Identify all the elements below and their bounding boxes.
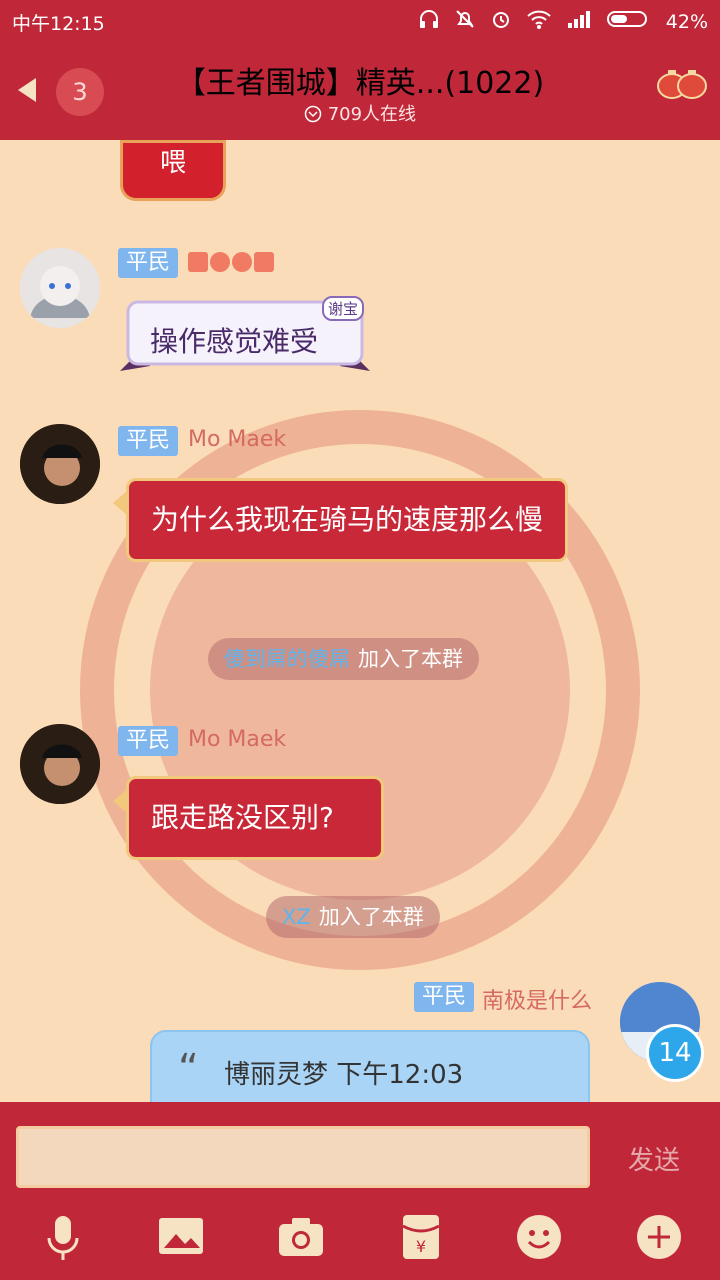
- nickname[interactable]: 南极是什么: [482, 983, 592, 1015]
- top-sticker: 喂: [120, 140, 226, 201]
- chevron-down-icon: [304, 104, 328, 125]
- group-menu-button[interactable]: [654, 62, 710, 108]
- joined-user[interactable]: 傻到屌的傻屌: [224, 647, 350, 671]
- mic-icon: [47, 1216, 79, 1260]
- avatar[interactable]: [20, 724, 100, 804]
- battery-icon: [606, 8, 652, 35]
- red-packet-icon: ¥: [402, 1215, 440, 1259]
- red-packet-button[interactable]: ¥: [396, 1212, 446, 1262]
- chat-bubble[interactable]: 跟走路没区别?: [113, 776, 384, 860]
- headphones-icon: [418, 8, 440, 35]
- voice-button[interactable]: [38, 1212, 88, 1262]
- level-badges: [188, 252, 274, 272]
- sticker-text: 操作感觉难受: [150, 325, 319, 358]
- new-message-count[interactable]: 14: [646, 1024, 704, 1082]
- quote-mark: “: [178, 1046, 199, 1092]
- emoji-icon: [517, 1215, 561, 1259]
- alarm-icon: [490, 8, 512, 35]
- status-bar: 中午12:15 42%: [0, 0, 720, 40]
- lantern-icon: [657, 70, 707, 99]
- input-bar: 发送 ¥: [0, 1102, 720, 1280]
- joined-user[interactable]: XZ: [282, 905, 311, 929]
- more-button[interactable]: [634, 1212, 684, 1262]
- camera-icon: [279, 1218, 323, 1256]
- avatar[interactable]: [20, 424, 100, 504]
- status-icons: 42%: [418, 8, 708, 35]
- mute-bell-icon: [454, 8, 476, 35]
- message-input[interactable]: [16, 1126, 590, 1188]
- nickname[interactable]: Mo Maek: [188, 427, 286, 452]
- battery-percent: 42%: [665, 10, 708, 33]
- rank-badge: 平民: [118, 726, 179, 756]
- send-button[interactable]: 发送: [614, 1140, 694, 1177]
- quote-text: 博丽灵梦 下午12:03: [224, 1060, 464, 1090]
- rank-badge: 平民: [118, 426, 179, 456]
- unread-back-badge[interactable]: 3: [56, 68, 104, 116]
- rank-badge: 平民: [414, 982, 475, 1012]
- sticker-message[interactable]: 操作感觉难受 谢宝: [120, 296, 370, 376]
- svg-text:¥: ¥: [416, 1237, 426, 1256]
- image-button[interactable]: [156, 1212, 206, 1262]
- wifi-icon: [526, 8, 552, 35]
- back-button[interactable]: [12, 70, 42, 110]
- plus-icon: [637, 1215, 681, 1259]
- input-toolbar: ¥: [0, 1212, 720, 1272]
- system-join-notice: XZ 加入了本群: [266, 896, 440, 938]
- chat-bubble[interactable]: 为什么我现在骑马的速度那么慢: [113, 478, 568, 562]
- status-time: 中午12:15: [12, 13, 105, 35]
- emoji-button[interactable]: [514, 1212, 564, 1262]
- back-icon: [18, 78, 36, 102]
- online-count[interactable]: 709人在线: [230, 100, 490, 126]
- system-join-notice: 傻到屌的傻屌 加入了本群: [208, 638, 479, 680]
- sticker-tag: 谢宝: [321, 296, 364, 321]
- chat-area[interactable]: 喂 平民 操作感觉难受 谢宝 平民 Mo Maek 为什么我现在骑马的速度那么慢…: [0, 140, 720, 1102]
- signal-icon: [566, 8, 592, 35]
- image-icon: [159, 1218, 203, 1254]
- group-title[interactable]: 【王者围城】精英...(1022): [130, 58, 590, 102]
- nickname[interactable]: Mo Maek: [188, 727, 286, 752]
- avatar[interactable]: [20, 248, 100, 328]
- camera-button[interactable]: [276, 1212, 326, 1262]
- rank-badge: 平民: [118, 248, 179, 278]
